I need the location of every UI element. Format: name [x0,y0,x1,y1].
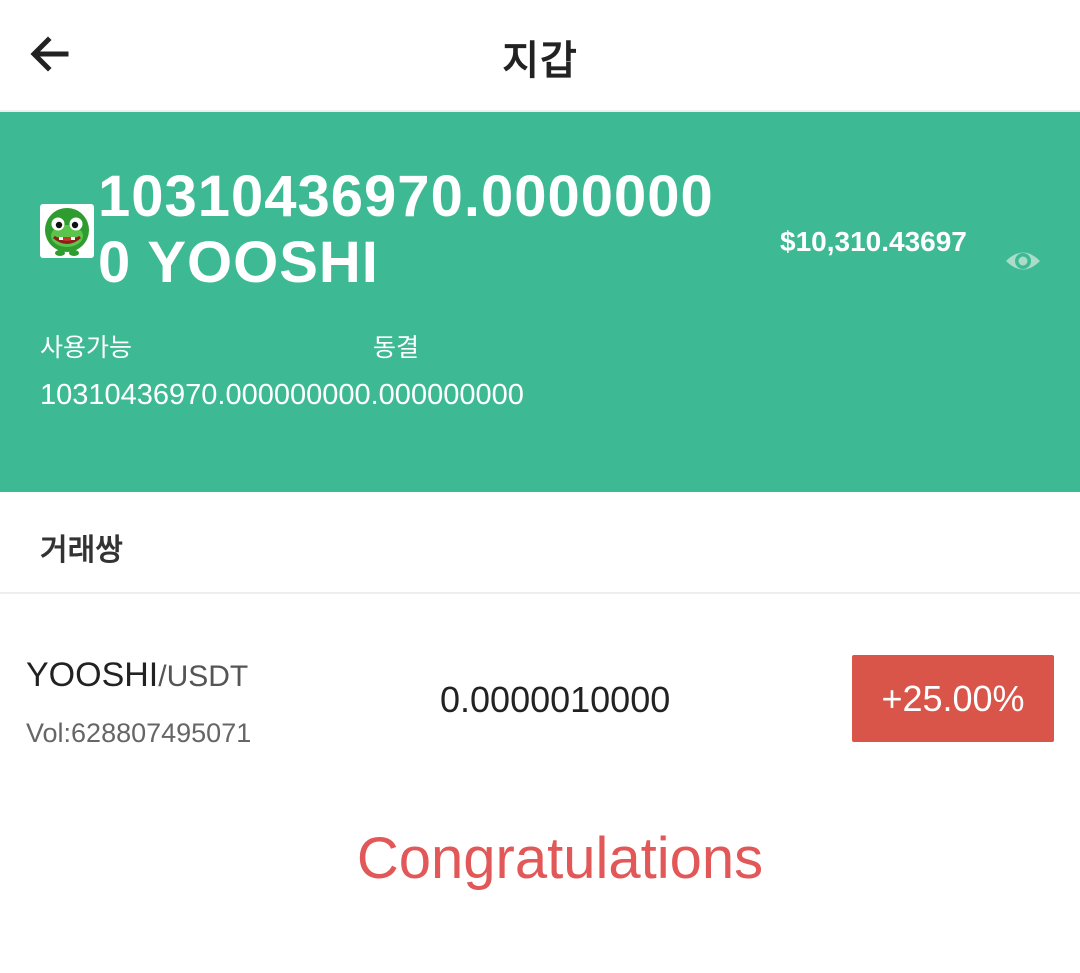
toggle-visibility-button[interactable] [1004,242,1042,280]
app-bar: 지갑 [0,0,1080,112]
section-title: 거래쌍 [40,534,123,567]
pair-base-symbol: YOOSHI [26,656,159,694]
trading-pairs-header: 거래쌍 [0,492,1080,594]
wallet-balance-card: 10310436970.00000000 YOOSHI $10,310.4369… [0,112,1080,492]
pair-quote-symbol: /USDT [158,660,249,693]
pair-name: YOOSHI/USDT [26,656,248,695]
pair-price: 0.0000010000 [440,679,671,720]
eye-icon [1006,252,1040,270]
usd-value: $10,310.43697 [780,226,967,257]
yooshi-logo-icon [40,204,94,258]
trading-pair-row[interactable]: YOOSHI/USDT Vol:628807495071 0.000001000… [0,640,1080,760]
page-title: 지갑 [502,39,578,83]
price-change-badge[interactable]: +25.00% [852,655,1054,742]
available-label: 사용가능 [40,334,133,362]
frozen-label: 동결 [373,334,420,362]
available-frozen-amounts: 10310436970.000000000.000000000 [40,379,524,411]
token-balance: 10310436970.00000000 YOOSHI [98,164,714,295]
pair-volume: Vol:628807495071 [26,718,252,748]
congratulations-text: Congratulations [356,826,764,891]
